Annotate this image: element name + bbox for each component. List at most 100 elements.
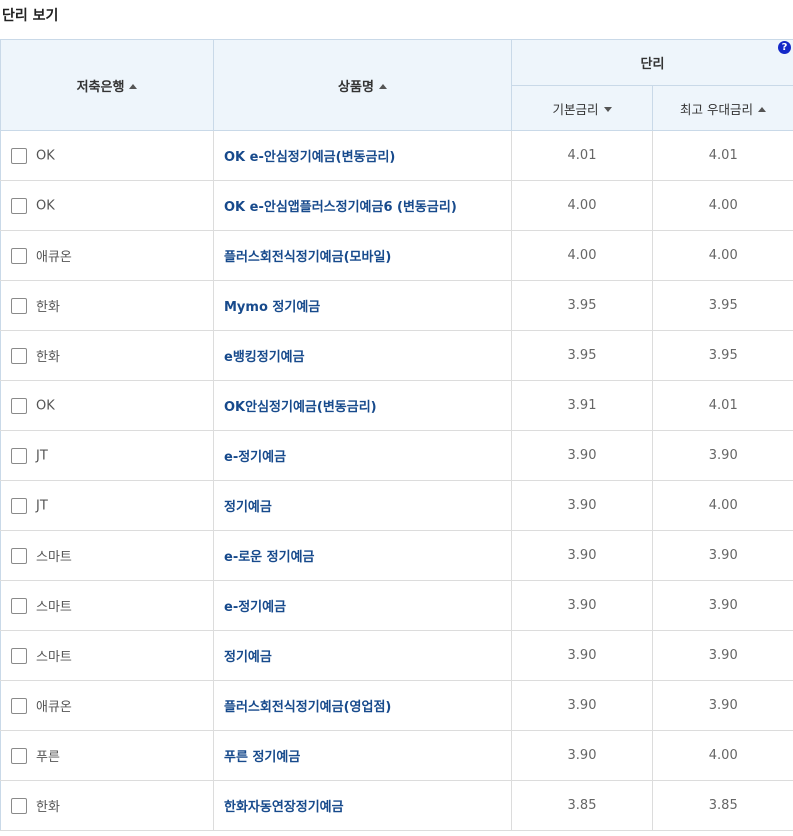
- bank-name: 한화: [36, 350, 60, 365]
- column-header-max-rate-label: 최고 우대금리: [680, 101, 753, 117]
- bank-cell: 한화: [0, 280, 214, 331]
- max-rate-cell: 3.90: [651, 580, 793, 631]
- table-row: OK OK e-안심정기예금(변동금리) 4.01 4.01: [0, 130, 793, 181]
- product-cell: 정기예금: [213, 480, 512, 531]
- row-checkbox[interactable]: [11, 647, 27, 664]
- product-link[interactable]: e뱅킹정기예금: [224, 350, 305, 365]
- product-link[interactable]: 푸른 정기예금: [224, 750, 300, 765]
- bank-cell: JT: [0, 430, 214, 481]
- product-link[interactable]: e-로운 정기예금: [224, 550, 315, 565]
- product-link[interactable]: 플러스회전식정기예금(영업점): [224, 700, 391, 715]
- max-rate-cell: 4.00: [651, 180, 793, 231]
- row-checkbox[interactable]: [11, 597, 27, 614]
- bank-name: 애큐온: [36, 700, 72, 715]
- row-checkbox[interactable]: [11, 147, 27, 164]
- row-checkbox[interactable]: [11, 747, 27, 764]
- bank-name: 한화: [36, 300, 60, 315]
- base-rate-cell: 4.00: [511, 230, 653, 281]
- product-cell: e뱅킹정기예금: [213, 330, 512, 381]
- table-row: 한화 한화자동연장정기예금 3.85 3.85: [0, 780, 793, 831]
- row-checkbox[interactable]: [11, 197, 27, 214]
- sort-up-icon[interactable]: [758, 106, 766, 112]
- product-link[interactable]: OK e-안심정기예금(변동금리): [224, 150, 395, 165]
- product-link[interactable]: Mymo 정기예금: [224, 300, 320, 315]
- base-rate-cell: 3.90: [511, 680, 653, 731]
- bank-cell: 스마트: [0, 530, 214, 581]
- base-rate-cell: 3.90: [511, 530, 653, 581]
- bank-name: 푸른: [36, 750, 60, 765]
- max-rate-cell: 4.01: [651, 130, 793, 181]
- table-row: 한화 Mymo 정기예금 3.95 3.95: [0, 280, 793, 331]
- bank-name: 스마트: [36, 650, 72, 665]
- bank-cell: OK: [0, 180, 214, 231]
- row-checkbox[interactable]: [11, 547, 27, 564]
- help-icon[interactable]: ?: [778, 41, 792, 54]
- row-checkbox[interactable]: [11, 447, 27, 464]
- column-header-simple-rate-label: 단리: [640, 57, 665, 72]
- row-checkbox[interactable]: [11, 397, 27, 414]
- table-row: 애큐온 플러스회전식정기예금(영업점) 3.90 3.90: [0, 680, 793, 731]
- sort-up-icon[interactable]: [129, 83, 138, 89]
- column-header-bank-label: 저축은행: [76, 79, 125, 95]
- row-checkbox[interactable]: [11, 697, 27, 714]
- table-row: JT 정기예금 3.90 4.00: [0, 480, 793, 531]
- product-link[interactable]: 정기예금: [224, 650, 272, 665]
- sort-down-icon[interactable]: [603, 106, 612, 112]
- max-rate-cell: 3.95: [651, 280, 793, 331]
- bank-name: OK: [36, 198, 55, 213]
- product-cell: 푸른 정기예금: [213, 730, 512, 781]
- row-checkbox[interactable]: [11, 497, 27, 514]
- bank-name: JT: [36, 498, 48, 513]
- product-cell: OK안심정기예금(변동금리): [213, 380, 512, 431]
- product-link[interactable]: e-정기예금: [224, 450, 286, 465]
- column-header-product-label: 상품명: [338, 79, 374, 95]
- column-header-bank[interactable]: 저축은행: [0, 39, 214, 131]
- column-header-product[interactable]: 상품명: [213, 39, 512, 131]
- column-header-base-rate[interactable]: 기본금리: [511, 85, 653, 131]
- bank-cell: OK: [0, 130, 214, 181]
- column-header-max-rate[interactable]: 최고 우대금리: [651, 85, 793, 131]
- bank-cell: 애큐온: [0, 680, 214, 731]
- product-cell: 한화자동연장정기예금: [213, 780, 512, 831]
- max-rate-cell: 4.00: [651, 730, 793, 781]
- base-rate-cell: 3.90: [511, 730, 653, 781]
- product-link[interactable]: e-정기예금: [224, 600, 286, 615]
- product-link[interactable]: 정기예금: [224, 500, 272, 515]
- max-rate-cell: 3.90: [651, 530, 793, 581]
- max-rate-cell: 3.90: [651, 430, 793, 481]
- row-checkbox[interactable]: [11, 347, 27, 364]
- bank-name: JT: [36, 448, 48, 463]
- row-checkbox[interactable]: [11, 297, 27, 314]
- bank-cell: 푸른: [0, 730, 214, 781]
- product-link[interactable]: OK e-안심앱플러스정기예금6 (변동금리): [224, 200, 457, 215]
- base-rate-cell: 4.00: [511, 180, 653, 231]
- bank-cell: 스마트: [0, 630, 214, 681]
- max-rate-cell: 3.95: [651, 330, 793, 381]
- product-cell: e-로운 정기예금: [213, 530, 512, 581]
- base-rate-cell: 3.91: [511, 380, 653, 431]
- product-link[interactable]: OK안심정기예금(변동금리): [224, 400, 377, 415]
- column-header-base-rate-label: 기본금리: [552, 101, 599, 117]
- bank-name: OK: [36, 148, 55, 163]
- base-rate-cell: 3.90: [511, 430, 653, 481]
- table-row: 푸른 푸른 정기예금 3.90 4.00: [0, 730, 793, 781]
- bank-cell: 한화: [0, 780, 214, 831]
- row-checkbox[interactable]: [11, 797, 27, 814]
- max-rate-cell: 4.00: [651, 480, 793, 531]
- page-title: 단리 보기: [2, 8, 59, 24]
- bank-cell: 스마트: [0, 580, 214, 631]
- base-rate-cell: 3.95: [511, 330, 653, 381]
- base-rate-cell: 3.95: [511, 280, 653, 331]
- sort-up-icon[interactable]: [378, 83, 387, 89]
- max-rate-cell: 4.01: [651, 380, 793, 431]
- row-checkbox[interactable]: [11, 247, 27, 264]
- max-rate-cell: 3.85: [651, 780, 793, 831]
- table-row: 스마트 정기예금 3.90 3.90: [0, 630, 793, 681]
- product-link[interactable]: 한화자동연장정기예금: [224, 800, 344, 815]
- bank-cell: 한화: [0, 330, 214, 381]
- product-link[interactable]: 플러스회전식정기예금(모바일): [224, 250, 391, 265]
- bank-name: 한화: [36, 800, 60, 815]
- product-cell: e-정기예금: [213, 430, 512, 481]
- base-rate-cell: 4.01: [511, 130, 653, 181]
- product-cell: Mymo 정기예금: [213, 280, 512, 331]
